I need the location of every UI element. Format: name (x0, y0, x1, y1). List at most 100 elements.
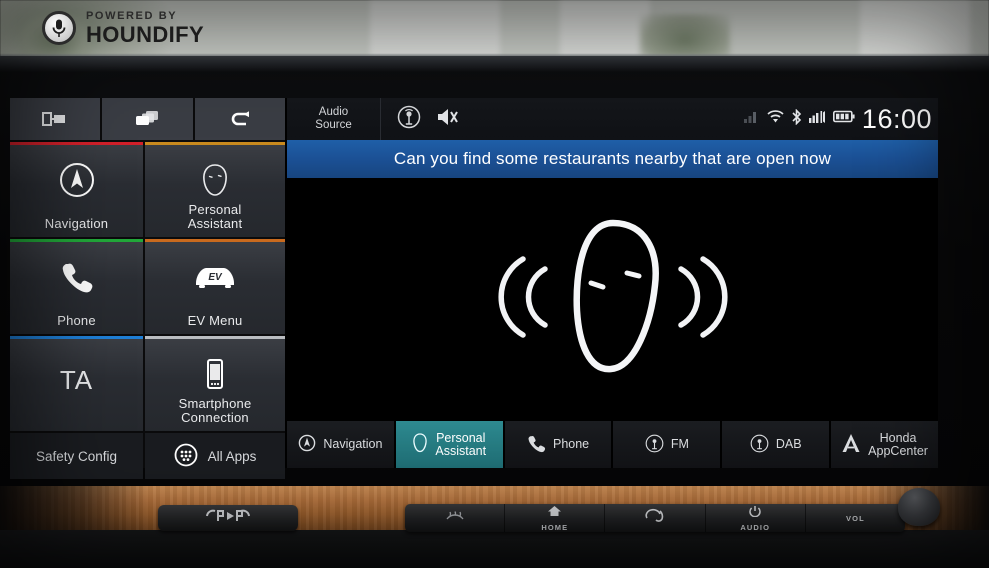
home-button[interactable]: HOME (505, 504, 606, 532)
tab-label-line2: Assistant (435, 443, 487, 458)
voice-query-text: Can you find some restaurants nearby tha… (393, 149, 832, 168)
tile-label: Personal Assistant (188, 203, 243, 231)
audio-source-line1: Audio (318, 106, 349, 118)
wifi-icon (767, 110, 784, 128)
tile-ev-menu[interactable]: EV EV Menu (145, 239, 285, 334)
tile-navigation[interactable]: Navigation (10, 142, 143, 237)
audio-label: AUDIO (740, 523, 771, 532)
listening-head-graphic (483, 207, 743, 392)
infotainment-screen: Navigation Personal Assistant Phone EV E… (10, 98, 938, 479)
back-arrow-icon[interactable] (194, 98, 285, 140)
voice-query-banner: Can you find some restaurants nearby tha… (287, 140, 938, 178)
tab-label-line2: AppCenter (868, 443, 928, 458)
display-off-icon[interactable] (10, 98, 101, 140)
tile-ta[interactable]: TA (10, 336, 143, 431)
bottom-tile-row: Safety Config All Apps (10, 433, 285, 479)
call-icon (644, 508, 666, 527)
parking-sensor-icon (205, 509, 251, 528)
tile-label-line1: Personal (188, 202, 242, 217)
tab-label-line1: Personal (436, 430, 486, 445)
head-outline-icon (145, 159, 285, 203)
audio-source-line2: Source (315, 119, 352, 131)
tile-phone[interactable]: Phone (10, 239, 143, 334)
bottom-tab-bar: Navigation Personal Assistant Phone FM D… (287, 421, 938, 468)
volume-knob[interactable] (898, 488, 940, 526)
volume-button[interactable]: VOL (806, 504, 905, 532)
dashboard-top-shade (0, 56, 989, 72)
compass-icon (10, 142, 143, 217)
tile-label-line1: Smartphone (178, 396, 252, 411)
audio-source-button[interactable]: Audio Source (287, 98, 381, 140)
tile-label: Smartphone Connection (179, 397, 252, 425)
houndify-label: HOUNDIFY (86, 21, 205, 47)
all-apps-label: All Apps (207, 448, 257, 464)
honda-a-icon (841, 432, 861, 457)
audio-power-button[interactable]: AUDIO (706, 504, 806, 532)
tab-personal-assistant[interactable]: Personal Assistant (395, 421, 503, 468)
clock: 16:00 (861, 103, 932, 134)
tab-dab[interactable]: DAB (722, 421, 830, 468)
defrost-button[interactable] (405, 504, 506, 532)
lower-console (0, 530, 989, 568)
phone-handset-icon (527, 434, 546, 456)
bluetooth-icon (791, 108, 802, 130)
tile-label-line2: Connection (181, 410, 249, 425)
radio-antenna-icon[interactable] (397, 105, 421, 134)
tile-label: Navigation (44, 216, 109, 231)
parking-sensor-button[interactable] (158, 505, 298, 531)
tab-label: Personal Assistant (435, 430, 487, 458)
defrost-icon (444, 509, 466, 527)
microphone-icon (42, 11, 76, 45)
signal-bars-dim-icon (743, 110, 760, 128)
battery-icon (832, 110, 855, 128)
status-bar: Audio Source 16:00 (287, 98, 938, 140)
smartphone-icon (145, 353, 285, 397)
head-outline-icon (412, 432, 428, 457)
tile-personal-assistant[interactable]: Personal Assistant (145, 142, 285, 237)
houndify-wordmark: POWERED BY HOUNDIFY (86, 9, 205, 47)
main-display-panel: Audio Source 16:00 Can you find some res… (287, 98, 938, 468)
home-label: HOME (541, 523, 569, 532)
tile-label: Phone (57, 313, 96, 328)
tab-label: Phone (552, 437, 590, 451)
radio-antenna-icon (645, 434, 664, 456)
speaker-muted-icon[interactable] (435, 106, 459, 133)
apps-grid-icon (174, 443, 198, 470)
screenshot-root: POWERED BY HOUNDIFY Navigation Personal … (0, 0, 989, 568)
svg-text:EV: EV (208, 272, 223, 283)
tab-navigation[interactable]: Navigation (287, 421, 394, 468)
tab-fm[interactable]: FM (613, 421, 721, 468)
top-icon-row (10, 98, 285, 140)
tab-label: Honda AppCenter (868, 430, 928, 458)
tab-phone[interactable]: Phone (504, 421, 612, 468)
powered-by-label: POWERED BY (86, 9, 178, 22)
left-menu-panel: Navigation Personal Assistant Phone EV E… (10, 98, 285, 479)
tab-honda-appcenter[interactable]: Honda AppCenter (831, 421, 938, 468)
houndify-badge: POWERED BY HOUNDIFY (42, 8, 204, 48)
call-button[interactable] (605, 504, 706, 532)
menu-tile-grid: Navigation Personal Assistant Phone EV E… (10, 140, 285, 431)
safety-config-button[interactable]: Safety Config (10, 433, 143, 479)
status-bar-icon-group (381, 105, 459, 134)
vol-label: VOL (846, 513, 865, 523)
all-apps-button[interactable]: All Apps (145, 433, 285, 479)
tile-label: EV Menu (187, 313, 243, 328)
wood-trim-shadow-left (0, 486, 150, 532)
tab-label: DAB (775, 437, 802, 451)
card-stack-icon[interactable] (102, 98, 193, 140)
assistant-stage (287, 178, 938, 421)
tile-smartphone-connection[interactable]: Smartphone Connection (145, 336, 285, 431)
cellular-signal-icon (808, 110, 826, 128)
ta-label-icon: TA (10, 336, 143, 425)
home-icon (547, 504, 562, 522)
tile-label-line2: Assistant (187, 216, 243, 231)
compass-icon (298, 434, 316, 455)
ev-car-icon: EV (145, 239, 285, 314)
safety-config-label: Safety Config (35, 448, 118, 464)
physical-control-strip: HOME AUDIO VOL (405, 504, 905, 532)
phone-handset-icon (10, 239, 143, 314)
tab-label: Navigation (323, 437, 383, 451)
radio-antenna-icon (750, 434, 769, 456)
tab-label-line1: Honda (879, 430, 917, 445)
status-indicators: 16:00 (743, 98, 932, 140)
